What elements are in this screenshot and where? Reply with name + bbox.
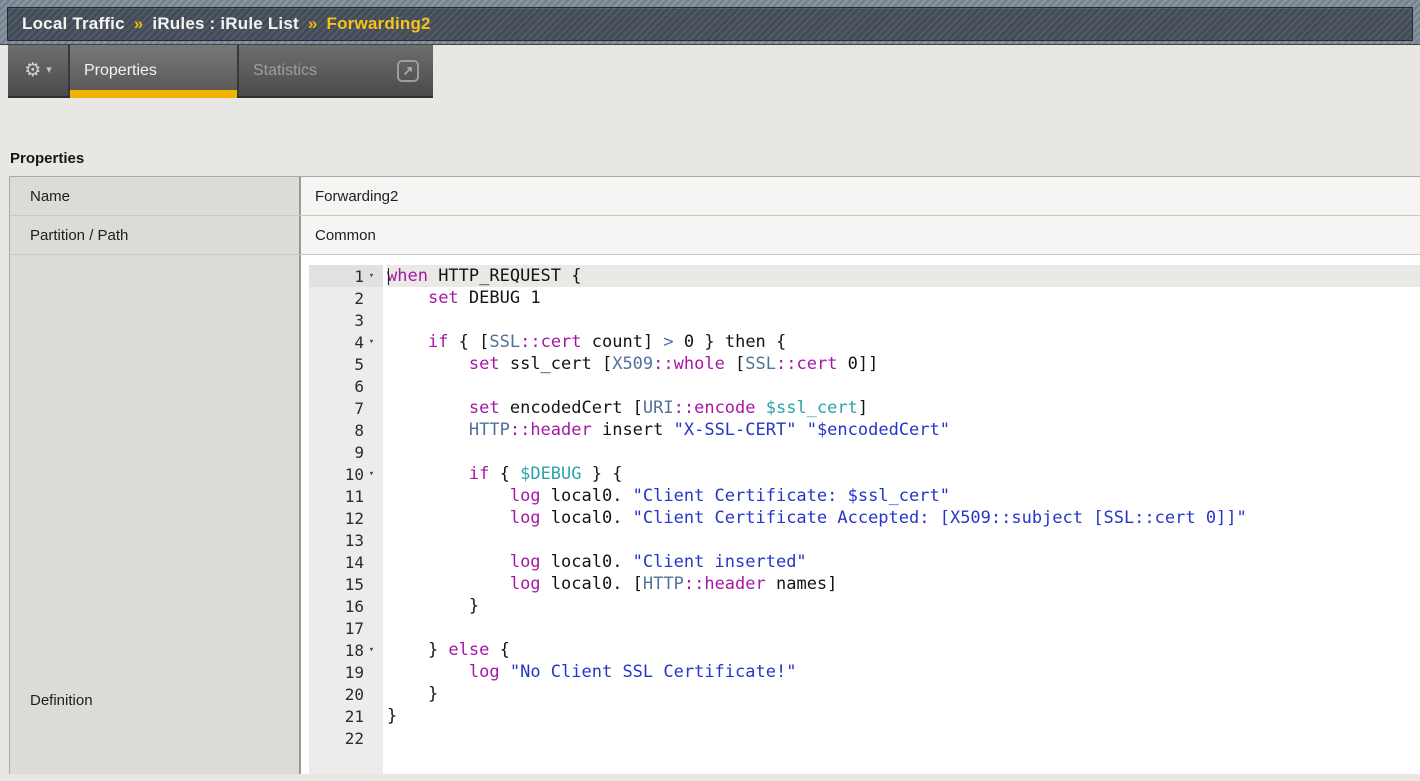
breadcrumb-separator-icon: »	[308, 14, 318, 34]
line-number: 14	[309, 551, 383, 573]
line-number: 21	[309, 705, 383, 727]
code-line[interactable]: if { [SSL::cert count] > 0 } then {	[387, 331, 1420, 353]
line-number: 6	[309, 375, 383, 397]
code-line[interactable]: log local0. "Client inserted"	[387, 551, 1420, 573]
code-line[interactable]	[387, 529, 1420, 551]
code-line[interactable]: if { $DEBUG } {	[387, 463, 1420, 485]
code-line[interactable]	[387, 375, 1420, 397]
line-number: 2	[309, 287, 383, 309]
line-number: 8	[309, 419, 383, 441]
breadcrumb-separator-icon: »	[134, 14, 144, 34]
line-number: 13	[309, 529, 383, 551]
table-row: Definition 1▾234▾5678910▾111213141516171…	[10, 255, 1420, 774]
breadcrumb: Local Traffic » iRules : iRule List » Fo…	[7, 7, 1413, 41]
line-number[interactable]: 1▾	[309, 265, 383, 287]
code-line[interactable]: }	[387, 683, 1420, 705]
name-row-value: Forwarding2	[301, 177, 1420, 215]
gear-icon: ⚙	[24, 61, 41, 80]
breadcrumb-section[interactable]: Local Traffic	[22, 14, 125, 34]
tab-bar: ⚙ ▾ Properties Statistics ↗	[8, 45, 433, 98]
editor-gutter: 1▾234▾5678910▾1112131415161718▾19202122	[301, 265, 383, 774]
tab-properties[interactable]: Properties	[70, 45, 239, 96]
code-line[interactable]: }	[387, 595, 1420, 617]
tab-statistics[interactable]: Statistics ↗	[239, 45, 429, 96]
code-line[interactable]	[387, 727, 1420, 749]
code-line[interactable]: log local0. "Client Certificate: $ssl_ce…	[387, 485, 1420, 507]
line-number: 5	[309, 353, 383, 375]
code-line[interactable]: }	[387, 705, 1420, 727]
table-row: Name Forwarding2	[10, 177, 1420, 216]
line-number: 15	[309, 573, 383, 595]
partition-row-label: Partition / Path	[10, 216, 301, 254]
line-number: 20	[309, 683, 383, 705]
external-link-icon: ↗	[397, 60, 419, 82]
line-numbers: 1▾234▾5678910▾1112131415161718▾19202122	[309, 265, 383, 774]
code-line[interactable]: } else {	[387, 639, 1420, 661]
line-number: 3	[309, 309, 383, 331]
properties-table: Name Forwarding2 Partition / Path Common…	[9, 176, 1420, 774]
section-title: Properties	[10, 150, 1420, 167]
code-line[interactable]	[387, 441, 1420, 463]
code-line[interactable]	[387, 617, 1420, 639]
line-number: 17	[309, 617, 383, 639]
definition-row-value: 1▾234▾5678910▾1112131415161718▾19202122 …	[301, 255, 1420, 774]
line-number: 22	[309, 727, 383, 749]
text-cursor	[388, 268, 389, 285]
code-line[interactable]: when HTTP_REQUEST {	[387, 265, 1420, 287]
code-content[interactable]: when HTTP_REQUEST { set DEBUG 1 if { [SS…	[383, 265, 1420, 774]
line-number: 16	[309, 595, 383, 617]
code-line[interactable]: set DEBUG 1	[387, 287, 1420, 309]
fold-arrow-icon[interactable]: ▾	[364, 469, 379, 479]
line-number[interactable]: 4▾	[309, 331, 383, 353]
tab-statistics-label: Statistics	[253, 62, 317, 80]
code-editor[interactable]: 1▾234▾5678910▾1112131415161718▾19202122 …	[301, 255, 1420, 774]
header-band: Local Traffic » iRules : iRule List » Fo…	[0, 0, 1420, 45]
breadcrumb-current-page: Forwarding2	[327, 14, 431, 34]
line-number: 9	[309, 441, 383, 463]
code-line[interactable]	[387, 309, 1420, 331]
tab-properties-label: Properties	[84, 62, 157, 80]
line-number: 11	[309, 485, 383, 507]
chevron-down-icon: ▾	[46, 65, 52, 76]
code-line[interactable]: log "No Client SSL Certificate!"	[387, 661, 1420, 683]
fold-arrow-icon[interactable]: ▾	[364, 271, 379, 281]
line-number[interactable]: 10▾	[309, 463, 383, 485]
table-row: Partition / Path Common	[10, 216, 1420, 255]
name-row-label: Name	[10, 177, 301, 215]
code-line[interactable]: HTTP::header insert "X-SSL-CERT" "$encod…	[387, 419, 1420, 441]
line-number[interactable]: 18▾	[309, 639, 383, 661]
code-line[interactable]: log local0. "Client Certificate Accepted…	[387, 507, 1420, 529]
breadcrumb-subsection[interactable]: iRules : iRule List	[152, 14, 298, 34]
fold-arrow-icon[interactable]: ▾	[364, 337, 379, 347]
line-number: 7	[309, 397, 383, 419]
code-line[interactable]: set ssl_cert [X509::whole [SSL::cert 0]]	[387, 353, 1420, 375]
fold-arrow-icon[interactable]: ▾	[364, 645, 379, 655]
line-number: 12	[309, 507, 383, 529]
code-line[interactable]: log local0. [HTTP::header names]	[387, 573, 1420, 595]
active-tab-underline	[70, 90, 237, 98]
definition-row-label: Definition	[10, 255, 301, 774]
line-number: 19	[309, 661, 383, 683]
code-line[interactable]: set encodedCert [URI::encode $ssl_cert]	[387, 397, 1420, 419]
partition-row-value: Common	[301, 216, 1420, 254]
settings-menu-button[interactable]: ⚙ ▾	[8, 45, 70, 96]
